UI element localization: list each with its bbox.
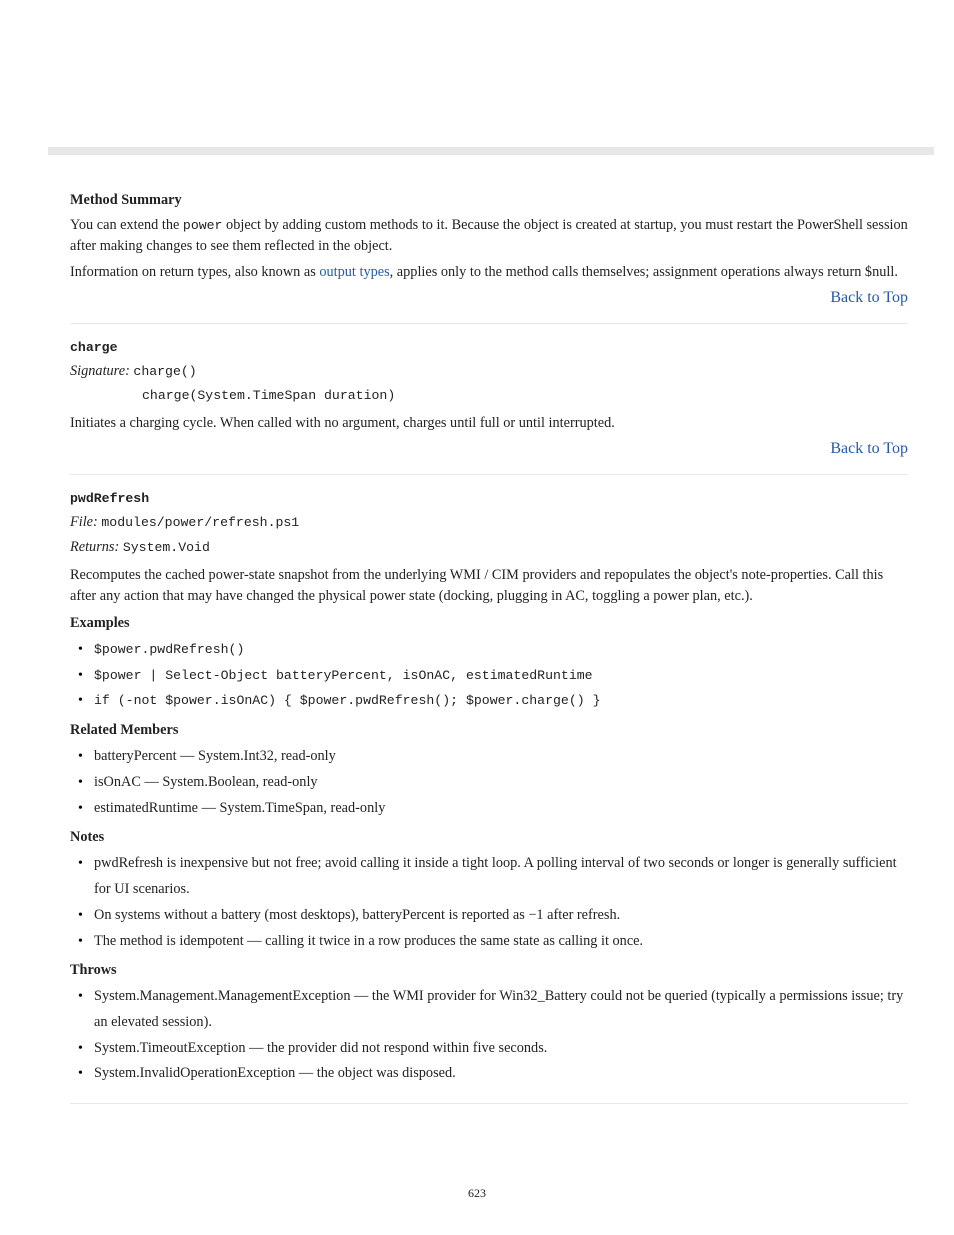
list-item: batteryPercent — System.Int32, read-only — [70, 744, 908, 770]
returns-value: System.Void — [123, 540, 210, 555]
page-number: 623 — [0, 1186, 954, 1201]
signature-label: Signature: — [70, 363, 130, 379]
returns-label: Returns: — [70, 539, 119, 555]
list-item: pwdRefresh is inexpensive but not free; … — [70, 851, 908, 902]
list-item: System.Management.ManagementException — … — [70, 984, 908, 1035]
section-divider — [70, 323, 908, 324]
related-heading: Related Members — [70, 722, 908, 739]
signature-value: charge() — [133, 364, 196, 379]
section-divider — [70, 1103, 908, 1104]
back-to-top-link[interactable]: Back to Top — [830, 289, 908, 306]
output-types-link[interactable]: output types — [319, 264, 389, 280]
notes-list: pwdRefresh is inexpensive but not free; … — [70, 851, 908, 954]
list-item: The method is idempotent — calling it tw… — [70, 929, 908, 955]
page-content: Method Summary You can extend the power … — [70, 178, 908, 1118]
list-item: On systems without a battery (most deskt… — [70, 903, 908, 929]
method-block-charge: charge Signature: charge() charge(System… — [70, 338, 908, 458]
throws-heading: Throws — [70, 962, 908, 979]
examples-list: $power.pwdRefresh() $power | Select-Obje… — [70, 637, 908, 714]
back-to-top-link[interactable]: Back to Top — [830, 440, 908, 457]
method-definition: Recomputes the cached power-state snapsh… — [70, 565, 908, 606]
notes-heading: Notes — [70, 829, 908, 846]
list-item: $power | Select-Object batteryPercent, i… — [70, 663, 908, 689]
code-inline: power — [183, 218, 223, 233]
list-item: estimatedRuntime — System.TimeSpan, read… — [70, 796, 908, 822]
file-value: modules/power/refresh.ps1 — [101, 515, 299, 530]
method-description: Initiates a charging cycle. When called … — [70, 413, 908, 434]
method-name: pwdRefresh — [70, 491, 149, 506]
examples-heading: Examples — [70, 615, 908, 632]
throws-list: System.Management.ManagementException — … — [70, 984, 908, 1087]
list-item: System.TimeoutException — the provider d… — [70, 1036, 908, 1062]
list-item: $power.pwdRefresh() — [70, 637, 908, 663]
signature-value-overload: charge(System.TimeSpan duration) — [142, 388, 395, 403]
section-heading-method-summary: Method Summary — [70, 192, 908, 209]
list-item: System.InvalidOperationException — the o… — [70, 1061, 908, 1087]
method-block-pwdrefresh: pwdRefresh File: modules/power/refresh.p… — [70, 489, 908, 1087]
file-label: File: — [70, 514, 98, 530]
section-divider — [70, 474, 908, 475]
related-list: batteryPercent — System.Int32, read-only… — [70, 744, 908, 821]
method-name: charge — [70, 340, 117, 355]
list-item: isOnAC — System.Boolean, read-only — [70, 770, 908, 796]
list-item: if (-not $power.isOnAC) { $power.pwdRefr… — [70, 688, 908, 714]
intro-paragraph-2: Information on return types, also known … — [70, 262, 908, 283]
header-divider — [48, 147, 934, 155]
intro-paragraph-1: You can extend the power object by addin… — [70, 215, 908, 256]
